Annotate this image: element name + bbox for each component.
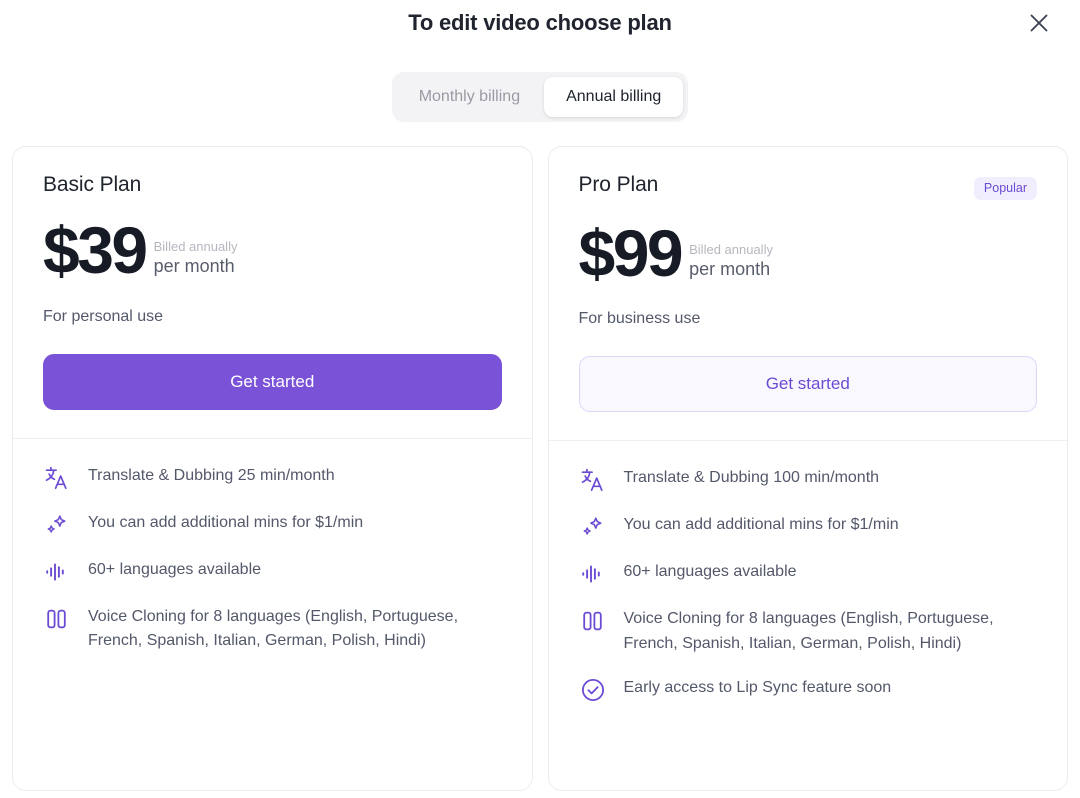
- waveform-icon: [43, 558, 71, 586]
- get-started-button-pro[interactable]: Get started: [579, 356, 1038, 412]
- plan-card-pro: Pro Plan Popular $99 Billed annually per…: [548, 146, 1069, 791]
- feature-item: Voice Cloning for 8 languages (English, …: [43, 604, 502, 655]
- billing-option-monthly[interactable]: Monthly billing: [397, 77, 542, 117]
- feature-item: Translate & Dubbing 25 min/month: [43, 463, 502, 492]
- feature-item: Translate & Dubbing 100 min/month: [579, 465, 1038, 494]
- feature-text: 60+ languages available: [624, 559, 797, 585]
- feature-item: Voice Cloning for 8 languages (English, …: [579, 606, 1038, 657]
- price-period-pro: per month: [689, 258, 773, 281]
- feature-text: Voice Cloning for 8 languages (English, …: [624, 606, 1038, 657]
- billed-note-pro: Billed annually: [689, 243, 773, 258]
- feature-item: 60+ languages available: [579, 559, 1038, 588]
- feature-text: Early access to Lip Sync feature soon: [624, 675, 892, 701]
- translate-icon: [43, 464, 71, 492]
- plan-name-pro: Pro Plan: [579, 173, 659, 197]
- feature-text: Translate & Dubbing 100 min/month: [624, 465, 880, 491]
- price-amount-pro: $99: [579, 222, 682, 285]
- feature-list-basic: Translate & Dubbing 25 min/month You can…: [13, 439, 532, 685]
- feature-item: You can add additional mins for $1/min: [579, 512, 1038, 541]
- feature-text: 60+ languages available: [88, 557, 261, 583]
- close-icon: [1028, 12, 1050, 34]
- billing-option-annual[interactable]: Annual billing: [544, 77, 683, 117]
- price-row-basic: $39 Billed annually per month: [43, 219, 502, 282]
- price-period-basic: per month: [154, 255, 238, 278]
- check-circle-icon: [579, 676, 607, 704]
- feature-text: You can add additional mins for $1/min: [624, 512, 899, 538]
- close-button[interactable]: [1022, 6, 1056, 40]
- feature-text: Voice Cloning for 8 languages (English, …: [88, 604, 502, 655]
- plans-container: Basic Plan $39 Billed annually per month…: [0, 146, 1080, 791]
- price-row-pro: $99 Billed annually per month: [579, 222, 1038, 285]
- plan-use-case-pro: For business use: [579, 310, 1038, 328]
- feature-text: Translate & Dubbing 25 min/month: [88, 463, 335, 489]
- page-title: To edit video choose plan: [408, 10, 672, 36]
- voice-clone-icon: [43, 605, 71, 633]
- get-started-button-basic[interactable]: Get started: [43, 354, 502, 410]
- plan-header-pro: Pro Plan Popular $99 Billed annually per…: [549, 147, 1068, 440]
- sparkles-icon: [579, 513, 607, 541]
- plan-header-basic: Basic Plan $39 Billed annually per month…: [13, 147, 532, 438]
- feature-text: You can add additional mins for $1/min: [88, 510, 363, 536]
- feature-item: 60+ languages available: [43, 557, 502, 586]
- feature-list-pro: Translate & Dubbing 100 min/month You ca…: [549, 441, 1068, 734]
- modal-header: To edit video choose plan: [0, 0, 1080, 46]
- billing-toggle-container: Monthly billing Annual billing: [0, 72, 1080, 122]
- feature-item: You can add additional mins for $1/min: [43, 510, 502, 539]
- voice-clone-icon: [579, 607, 607, 635]
- billing-toggle[interactable]: Monthly billing Annual billing: [392, 72, 689, 122]
- status-badge-popular: Popular: [974, 177, 1037, 200]
- sparkles-icon: [43, 511, 71, 539]
- pricing-modal: To edit video choose plan Monthly billin…: [0, 0, 1080, 798]
- billed-note-basic: Billed annually: [154, 240, 238, 255]
- feature-item: Early access to Lip Sync feature soon: [579, 675, 1038, 704]
- plan-use-case-basic: For personal use: [43, 308, 502, 326]
- waveform-icon: [579, 560, 607, 588]
- plan-card-basic: Basic Plan $39 Billed annually per month…: [12, 146, 533, 791]
- plan-name-basic: Basic Plan: [43, 173, 141, 197]
- translate-icon: [579, 466, 607, 494]
- price-amount-basic: $39: [43, 219, 146, 282]
